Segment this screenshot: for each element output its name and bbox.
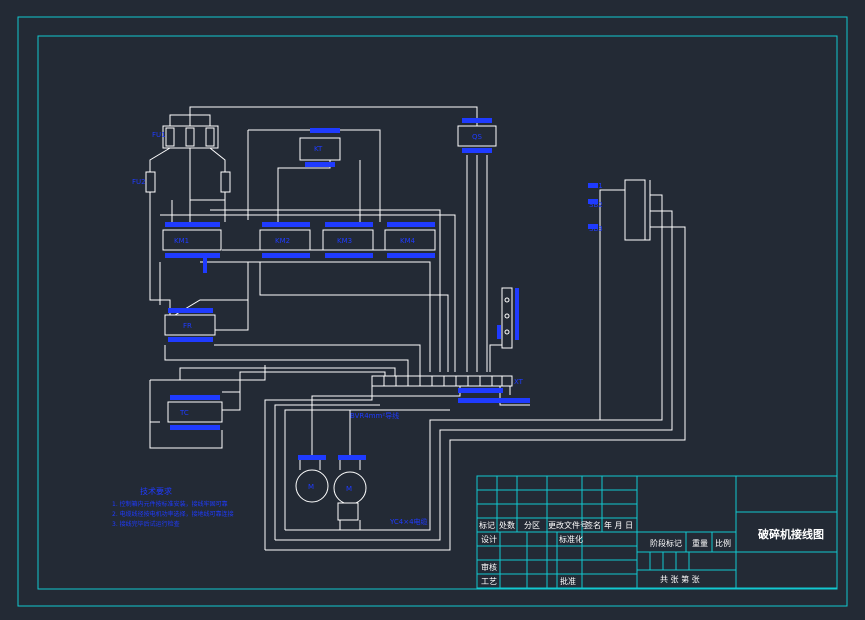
technical-notes: 技术要求 1. 控制箱内元件按标准安装，接线牢固可靠 2. 电缆线径按电机功率选… xyxy=(112,486,234,528)
fuse-fu2-right xyxy=(220,171,231,193)
label-km4: KM4 xyxy=(400,237,416,245)
label-fu1: FU1 xyxy=(152,131,166,139)
fuse-fu2-left xyxy=(145,171,156,193)
tb-design: 设计 xyxy=(481,534,497,544)
label-sb2: SB2 xyxy=(589,201,603,209)
tb-standard: 标准化 xyxy=(559,534,583,544)
label-qs: QS xyxy=(472,133,483,141)
tb-scale: 比例 xyxy=(715,538,731,548)
label-fr: FR xyxy=(183,322,192,330)
tb-mark: 标记 xyxy=(479,520,495,530)
label-cable2: YC4×4电缆 xyxy=(389,517,428,526)
contactor-km1 xyxy=(162,229,222,251)
tb-date: 年 月 日 xyxy=(604,520,633,530)
notes-title: 技术要求 xyxy=(140,486,172,496)
label-kt: KT xyxy=(314,145,323,153)
tb-change-doc: 更改文件号 xyxy=(548,520,588,530)
switch-group-sb xyxy=(624,179,646,241)
tb-process: 工艺 xyxy=(481,577,497,586)
label-terminal: XT xyxy=(514,378,524,386)
tb-sheets: 共 张 第 张 xyxy=(660,574,700,584)
label-sb1: SB1 xyxy=(589,182,603,190)
label-motor-m2: M xyxy=(346,485,352,493)
tb-count: 处数 xyxy=(499,520,515,530)
wiring-diagram-canvas: FU1 FU2 QS KT KM1 KM2 KM3 KM4 FR TC XT S… xyxy=(17,16,848,607)
title-block-text: 标记 处数 分区 更改文件号 签名 年 月 日 设计 标准化 审核 工艺 批准 … xyxy=(479,520,824,586)
note-2: 2. 电缆线径按电机功率选择，接地线可靠连接 xyxy=(112,510,234,518)
tb-weight: 重量 xyxy=(692,538,708,548)
label-km3: KM3 xyxy=(337,237,352,245)
label-km1: KM1 xyxy=(174,237,189,245)
components xyxy=(145,125,646,521)
note-1: 1. 控制箱内元件按标准安装，接线牢固可靠 xyxy=(112,500,228,508)
tb-zone: 分区 xyxy=(524,521,540,530)
transformer-tc xyxy=(167,401,223,423)
label-tc: TC xyxy=(179,409,189,417)
label-motor-m1: M xyxy=(308,483,314,491)
tb-sign: 签名 xyxy=(585,520,601,530)
tb-review: 审核 xyxy=(481,562,497,572)
label-sb3: SB3 xyxy=(589,225,603,233)
tb-approve: 批准 xyxy=(560,576,576,586)
label-fu2: FU2 xyxy=(132,178,146,186)
note-3: 3. 接线完毕后试运行检查 xyxy=(112,520,180,528)
tb-stage: 阶段标记 xyxy=(650,538,682,548)
label-km2: KM2 xyxy=(275,237,290,245)
pin-markers xyxy=(165,118,598,460)
label-cable1: BVR4mm²导线 xyxy=(350,411,399,420)
terminal-strip xyxy=(371,375,513,387)
drawing-title: 破碎机接线图 xyxy=(758,527,824,541)
